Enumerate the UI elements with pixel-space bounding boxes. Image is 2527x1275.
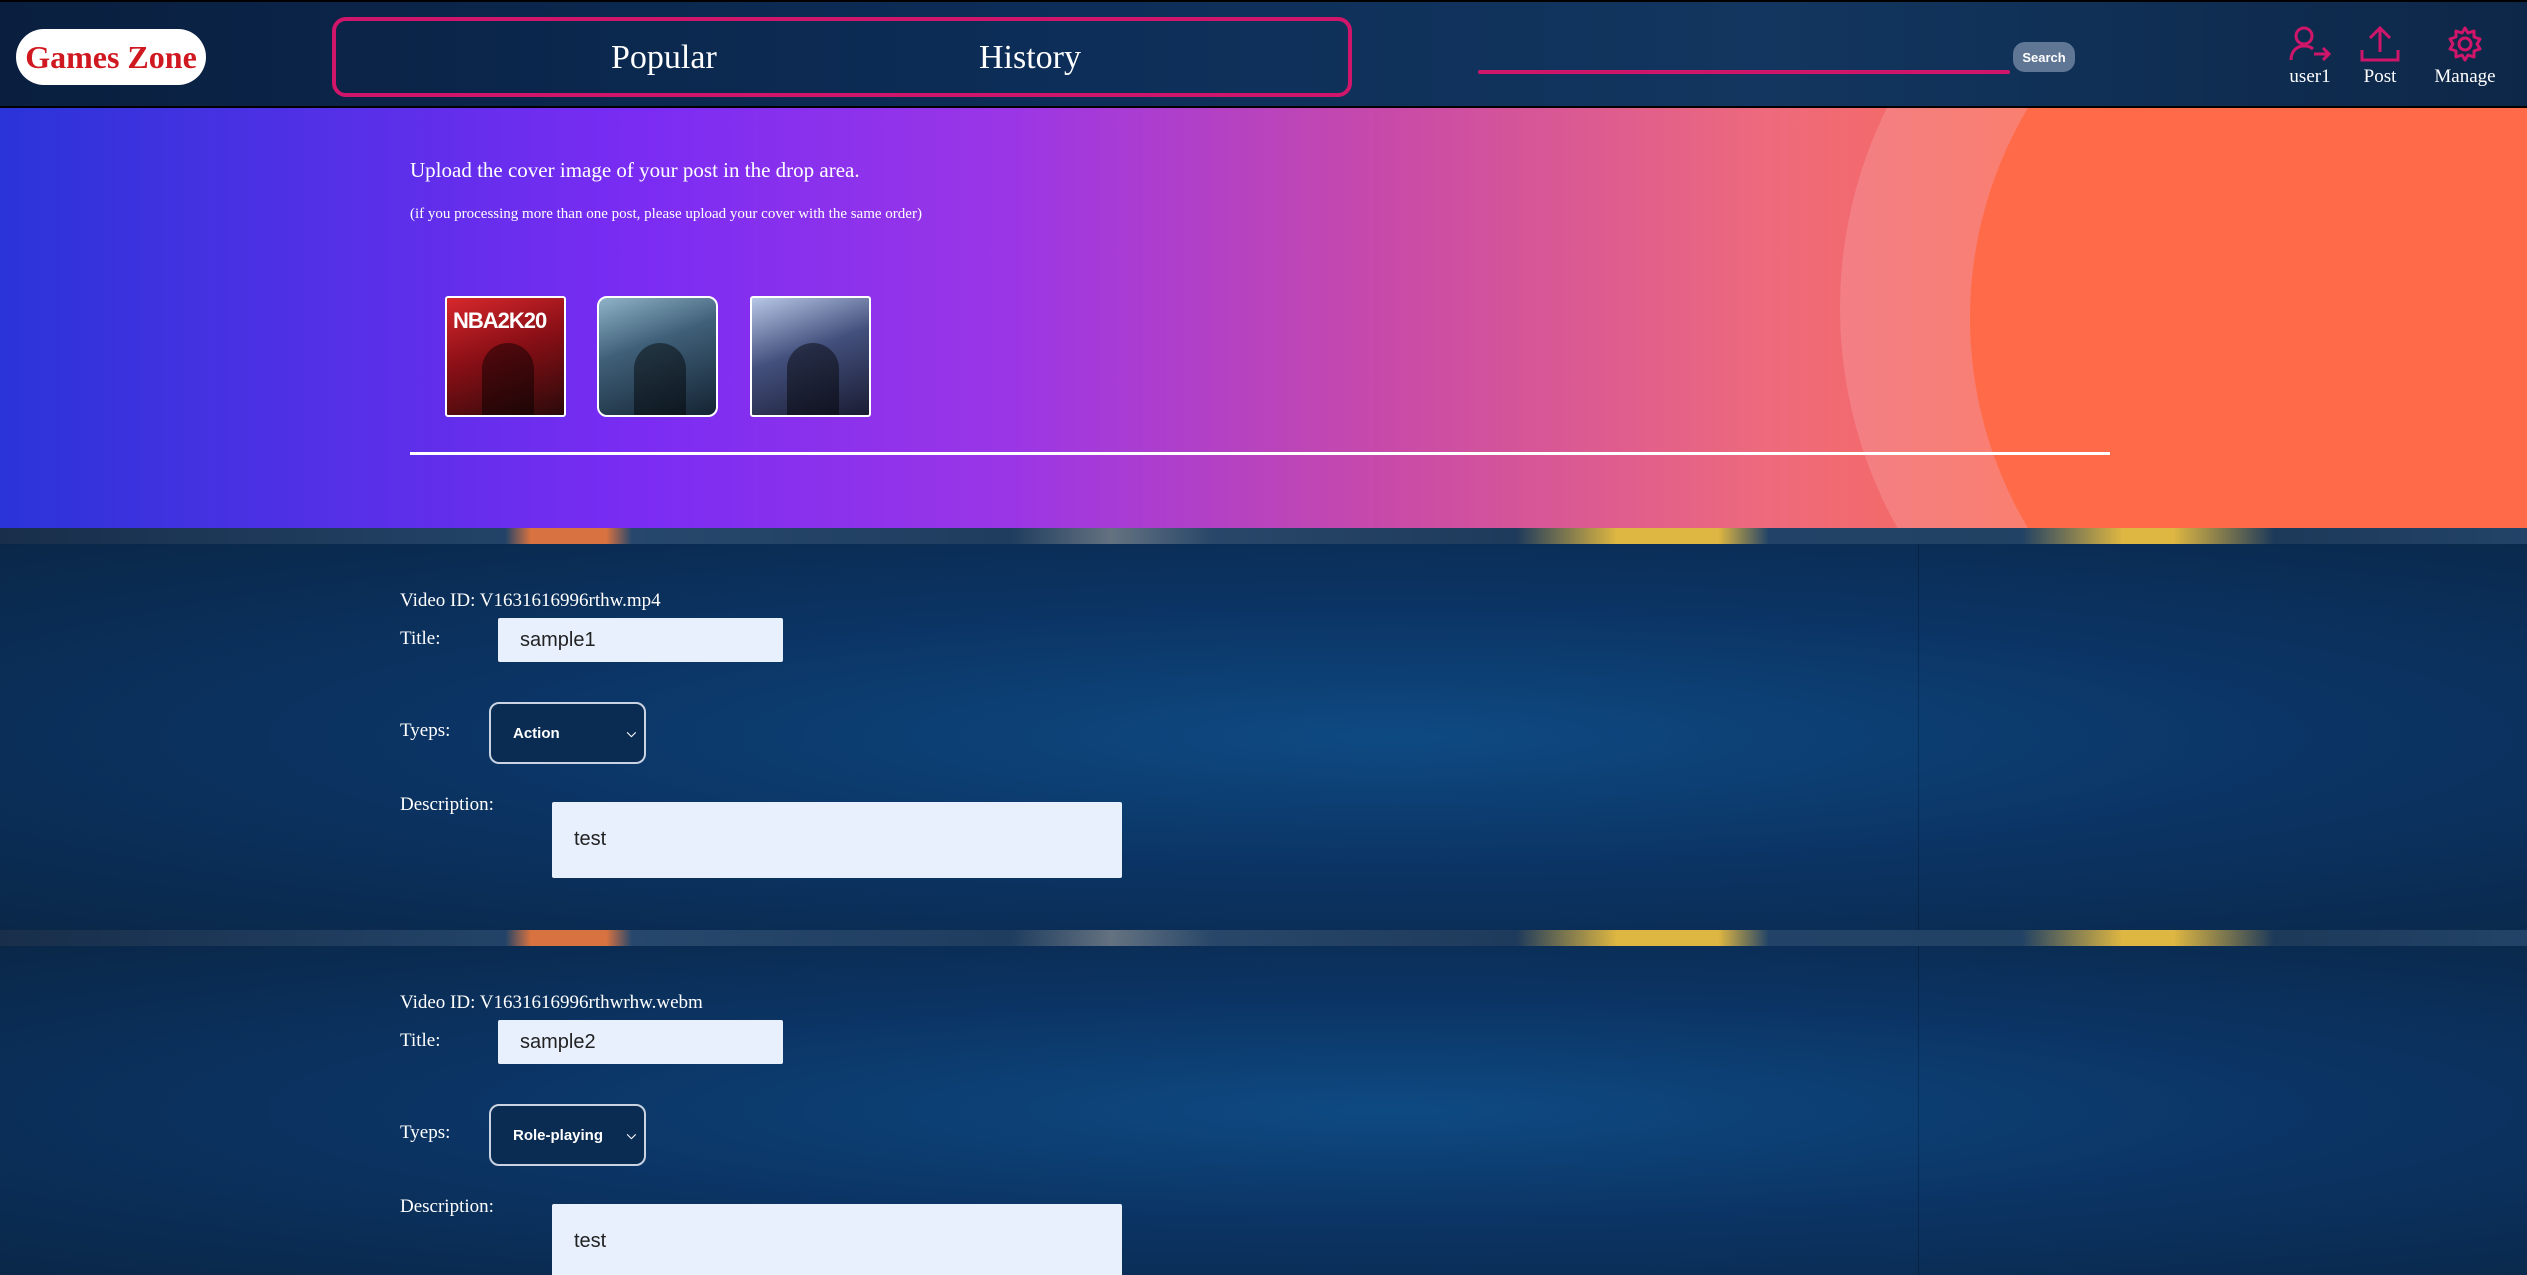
section-divider: [0, 528, 2527, 544]
nav-popular[interactable]: Popular: [611, 39, 717, 77]
top-navbar: Games Zone Popular History Search user1 …: [0, 0, 2527, 108]
upload-instructions: Upload the cover image of your post in t…: [410, 158, 860, 182]
title-input[interactable]: [498, 1020, 783, 1064]
cover-thumbnail[interactable]: NBA2K20: [445, 296, 566, 417]
cover-artwork: [634, 343, 686, 415]
logout-icon: [2289, 26, 2332, 62]
site-logo[interactable]: Games Zone: [16, 29, 206, 85]
description-field[interactable]: test: [552, 1204, 1122, 1275]
types-label: Tyeps:: [400, 720, 451, 741]
upload-note: (if you processing more than one post, p…: [410, 206, 922, 222]
type-select-value: Action: [513, 724, 560, 742]
cover-thumbnail[interactable]: [750, 296, 871, 417]
drop-area-divider: [410, 452, 2110, 455]
cover-thumbnail[interactable]: [597, 296, 718, 417]
background-seam: [1918, 946, 1919, 1275]
cover-artwork: [787, 343, 839, 415]
decor-circle: [1970, 108, 2527, 528]
chevron-down-icon: ⌵: [626, 1128, 636, 1142]
description-label: Description:: [400, 794, 494, 815]
chevron-down-icon: ⌵: [626, 726, 636, 740]
type-select[interactable]: Role-playing ⌵: [489, 1104, 646, 1166]
user-label: user1: [2289, 66, 2331, 87]
cover-artwork: [482, 343, 534, 415]
cover-drop-area[interactable]: Upload the cover image of your post in t…: [0, 108, 2527, 528]
nav-history[interactable]: History: [979, 39, 1081, 77]
background-seam: [1918, 544, 1919, 930]
video-id: Video ID: V1631616996rthwrhw.webm: [400, 992, 703, 1013]
manage-label: Manage: [2434, 66, 2496, 87]
search-button[interactable]: Search: [2013, 42, 2075, 72]
manage-button[interactable]: Manage: [2420, 24, 2510, 88]
video-id: Video ID: V1631616996rthw.mp4: [400, 590, 661, 611]
title-input[interactable]: [498, 618, 783, 662]
types-label: Tyeps:: [400, 1122, 451, 1143]
post-button[interactable]: Post: [2335, 24, 2425, 88]
gear-icon: [2448, 26, 2482, 62]
title-label: Title:: [400, 1030, 441, 1051]
description-field[interactable]: test: [552, 802, 1122, 878]
upload-icon: [2360, 25, 2400, 62]
post-form: Video ID: V1631616996rthw.mp4 Title: Tye…: [0, 544, 2527, 930]
type-select-value: Role-playing: [513, 1126, 604, 1144]
section-divider: [0, 930, 2527, 946]
description-label: Description:: [400, 1196, 494, 1217]
cover-thumbnail-label: NBA2K20: [453, 308, 547, 333]
title-label: Title:: [400, 628, 441, 649]
post-form: Video ID: V1631616996rthwrhw.webm Title:…: [0, 946, 2527, 1275]
search-input[interactable]: [1478, 36, 1998, 68]
main-nav: Popular History: [332, 17, 1352, 97]
type-select[interactable]: Action ⌵: [489, 702, 646, 764]
search-underline: [1478, 70, 2010, 74]
post-label: Post: [2363, 66, 2397, 87]
